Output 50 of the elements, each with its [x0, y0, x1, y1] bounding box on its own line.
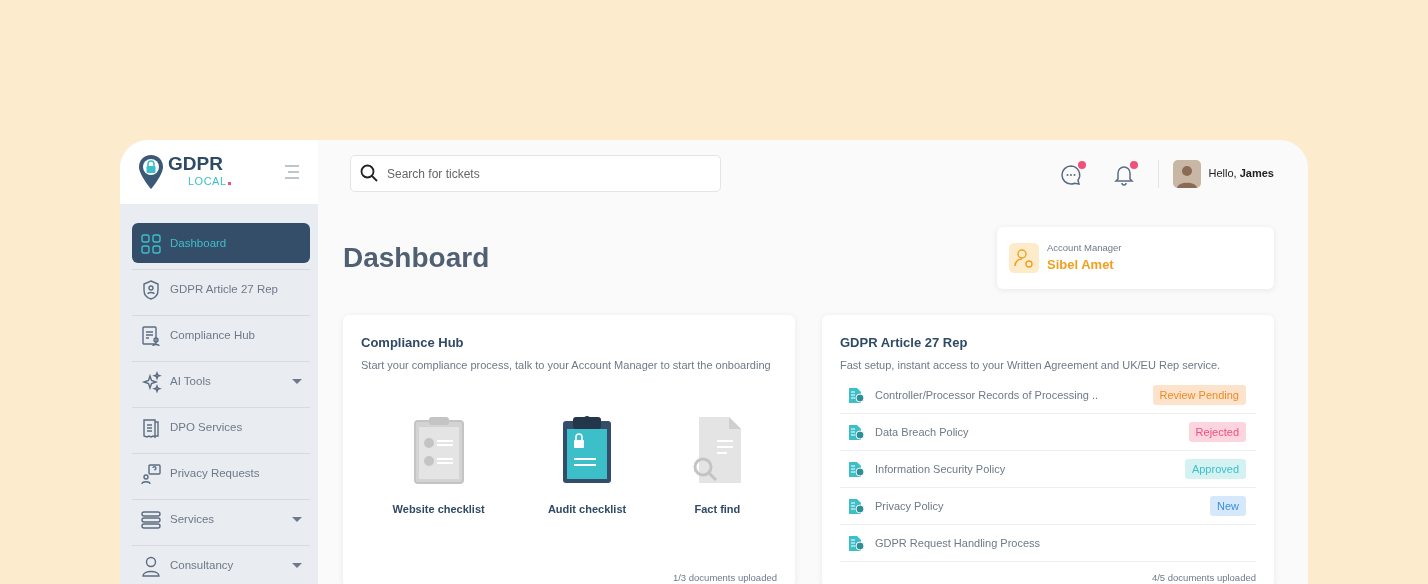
- status-label: New: [1210, 495, 1246, 517]
- user-greeting: Hello, James: [1208, 166, 1274, 182]
- sidebar-item[interactable]: GDPR Article 27 Rep: [132, 269, 310, 309]
- document-shield-icon: [848, 497, 865, 515]
- document-name[interactable]: Privacy Policy: [875, 497, 944, 515]
- document-shield-icon: [848, 460, 865, 478]
- brand-subtitle: LOCAL: [188, 173, 231, 190]
- receipt-icon: [140, 416, 162, 439]
- card-title: GDPR Article 27 Rep: [840, 334, 969, 352]
- avatar-icon[interactable]: [1172, 159, 1201, 188]
- sparkles-icon: [140, 370, 162, 393]
- checklist-link[interactable]: Website checklist: [392, 501, 485, 518]
- status-label: Approved: [1184, 458, 1246, 480]
- shield-icon: [140, 278, 162, 301]
- document-name[interactable]: Controller/Processor Records of Processing ..: [875, 386, 1099, 404]
- document-shield-icon: [848, 534, 865, 552]
- account-manager-label: Account Manager: [1047, 241, 1122, 256]
- sidebar-item[interactable]: Services: [132, 499, 310, 539]
- stack-icon: [140, 508, 162, 531]
- card-description: Start your compliance process, talk to your Account Manager to start the onboarding: [361, 357, 772, 373]
- sidebar-item[interactable]: DPO Services: [132, 407, 310, 447]
- status-label: Review Pending: [1152, 384, 1246, 406]
- document-user-icon: [140, 324, 162, 347]
- sidebar-item[interactable]: Dashboard: [132, 223, 310, 263]
- document-shield-icon: [848, 423, 865, 441]
- user-gear-icon: [1009, 243, 1039, 273]
- question-user-icon: [140, 462, 162, 485]
- document-name[interactable]: GDPR Request Handling Process: [875, 534, 1041, 552]
- sidebar-item[interactable]: Privacy Requests: [132, 453, 310, 493]
- upload-count: 4/5 documents uploaded: [1150, 570, 1256, 584]
- document-name[interactable]: Data Breach Policy: [875, 423, 969, 441]
- card-title: Compliance Hub: [361, 334, 465, 352]
- document-name[interactable]: Information Security Policy: [875, 460, 1006, 478]
- document-shield-icon: [848, 386, 865, 404]
- status-label: Rejected: [1188, 421, 1246, 443]
- brand-name: GDPR: [168, 154, 224, 174]
- location-pin-logo-icon: [138, 154, 164, 190]
- sidebar-item[interactable]: Compliance Hub: [132, 315, 310, 355]
- search-field[interactable]: Search for tickets: [350, 155, 721, 192]
- upload-count: 1/3 documents uploaded: [671, 570, 777, 584]
- page-title: Dashboard: [343, 241, 490, 275]
- checklist-link[interactable]: Audit checklist: [547, 501, 627, 518]
- account-manager-name: Sibel Amet: [1047, 256, 1115, 275]
- sidebar-item[interactable]: Consultancy: [132, 545, 310, 584]
- card-description: Fast setup, instant access to your Written Agreement and UK/EU Rep service.: [840, 357, 1222, 373]
- search-icon: [360, 164, 378, 182]
- checklist-link[interactable]: Fact find: [694, 501, 741, 518]
- person-icon: [140, 554, 162, 577]
- sidebar-item[interactable]: AI Tools: [132, 361, 310, 401]
- grid-icon: [140, 232, 162, 255]
